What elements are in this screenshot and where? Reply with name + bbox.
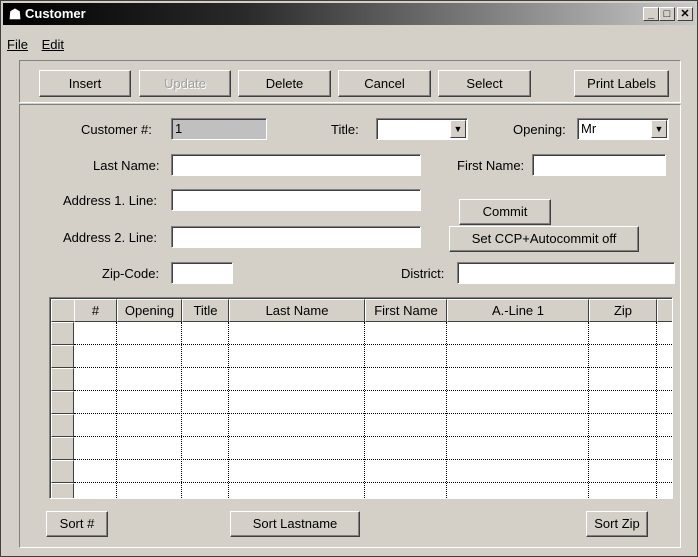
table-row[interactable] xyxy=(74,322,672,345)
menu-edit-label: Edit xyxy=(41,37,64,52)
district-label: District: xyxy=(401,266,445,281)
cancel-button[interactable]: Cancel xyxy=(338,70,431,97)
grid-corner xyxy=(51,299,75,322)
window-title: Customer xyxy=(25,6,86,21)
table-row[interactable] xyxy=(74,414,672,437)
grid-column-line xyxy=(228,322,229,498)
insert-button[interactable]: Insert xyxy=(39,70,131,97)
opening-select-value: Mr xyxy=(581,121,597,136)
table-row[interactable] xyxy=(74,483,672,498)
menu-edit[interactable]: Edit xyxy=(42,37,64,52)
sort-no-button[interactable]: Sort # xyxy=(46,511,108,537)
customer-no-value: 1 xyxy=(175,121,183,136)
minimize-icon[interactable]: _ xyxy=(643,7,659,21)
grid-header-zip[interactable]: Zip xyxy=(589,299,657,322)
district-input[interactable] xyxy=(457,262,675,284)
address2-input[interactable] xyxy=(171,226,421,248)
grid-row-header[interactable] xyxy=(51,322,74,345)
grid-row-header[interactable] xyxy=(51,414,74,437)
grid-row-header[interactable] xyxy=(51,391,74,414)
menu-file[interactable]: File xyxy=(7,37,28,52)
address2-label: Address 2. Line: xyxy=(63,230,157,245)
grid-row-header[interactable] xyxy=(51,483,74,498)
update-button[interactable]: Update xyxy=(139,70,231,97)
table-row[interactable] xyxy=(74,391,672,414)
last-name-input[interactable] xyxy=(171,154,421,176)
grid-header-no[interactable]: # xyxy=(74,299,117,322)
grid-header-first-name[interactable]: First Name xyxy=(365,299,447,322)
title-bar[interactable]: ☗ Customer _ □ ✕ xyxy=(3,3,695,25)
menu-bar: File Edit xyxy=(3,37,70,55)
grid-column-line xyxy=(588,322,589,498)
grid-column-line xyxy=(364,322,365,498)
sort-lastname-button[interactable]: Sort Lastname xyxy=(230,511,360,537)
first-name-label: First Name: xyxy=(457,158,525,173)
grid-column-line xyxy=(116,322,117,498)
grid-header-opening[interactable]: Opening xyxy=(117,299,182,322)
chevron-down-icon[interactable]: ▼ xyxy=(651,120,667,138)
table-row[interactable] xyxy=(74,437,672,460)
commit-button[interactable]: Commit xyxy=(459,199,551,225)
menu-file-label: File xyxy=(7,37,28,52)
customer-window: ☗ Customer _ □ ✕ File Edit Insert Update… xyxy=(0,0,698,557)
print-labels-button[interactable]: Print Labels xyxy=(574,70,669,97)
last-name-label: Last Name: xyxy=(93,158,160,173)
opening-select[interactable]: Mr ▼ xyxy=(577,118,669,140)
address1-label: Address 1. Line: xyxy=(63,193,157,208)
grid-row-header[interactable] xyxy=(51,368,74,391)
zip-code-label: Zip-Code: xyxy=(102,266,160,281)
delete-button[interactable]: Delete xyxy=(238,70,331,97)
opening-label: Opening: xyxy=(513,122,566,137)
grid-header-title[interactable]: Title xyxy=(182,299,229,322)
grid-column-line xyxy=(446,322,447,498)
maximize-icon[interactable]: □ xyxy=(659,7,675,21)
chevron-down-icon[interactable]: ▼ xyxy=(450,120,466,138)
sort-zip-button[interactable]: Sort Zip xyxy=(586,511,648,537)
grid-row-header[interactable] xyxy=(51,437,74,460)
title-select[interactable]: ▼ xyxy=(376,118,468,140)
address1-input[interactable] xyxy=(171,189,421,211)
grid-header-aline1[interactable]: A.-Line 1 xyxy=(447,299,589,322)
table-row[interactable] xyxy=(74,460,672,483)
grid-row-header[interactable] xyxy=(51,345,74,368)
close-icon[interactable]: ✕ xyxy=(677,7,693,21)
title-label: Title: xyxy=(331,122,359,137)
grid-row-header[interactable] xyxy=(51,460,74,483)
grid-header-last-name[interactable]: Last Name xyxy=(229,299,365,322)
grid-column-line xyxy=(181,322,182,498)
first-name-input[interactable] xyxy=(532,154,666,176)
customer-grid[interactable]: # Opening Title Last Name First Name A.-… xyxy=(49,297,673,499)
grid-header-filler xyxy=(657,299,672,322)
customer-no-label: Customer #: xyxy=(81,122,152,137)
zip-code-input[interactable] xyxy=(171,262,233,284)
set-ccp-autocommit-button[interactable]: Set CCP+Autocommit off xyxy=(449,226,639,252)
table-row[interactable] xyxy=(74,345,672,368)
table-row[interactable] xyxy=(74,368,672,391)
customer-no-field: 1 xyxy=(171,118,267,140)
customer-app-icon[interactable]: ☗ xyxy=(7,6,23,22)
select-button[interactable]: Select xyxy=(438,70,531,97)
grid-column-line xyxy=(656,322,657,498)
